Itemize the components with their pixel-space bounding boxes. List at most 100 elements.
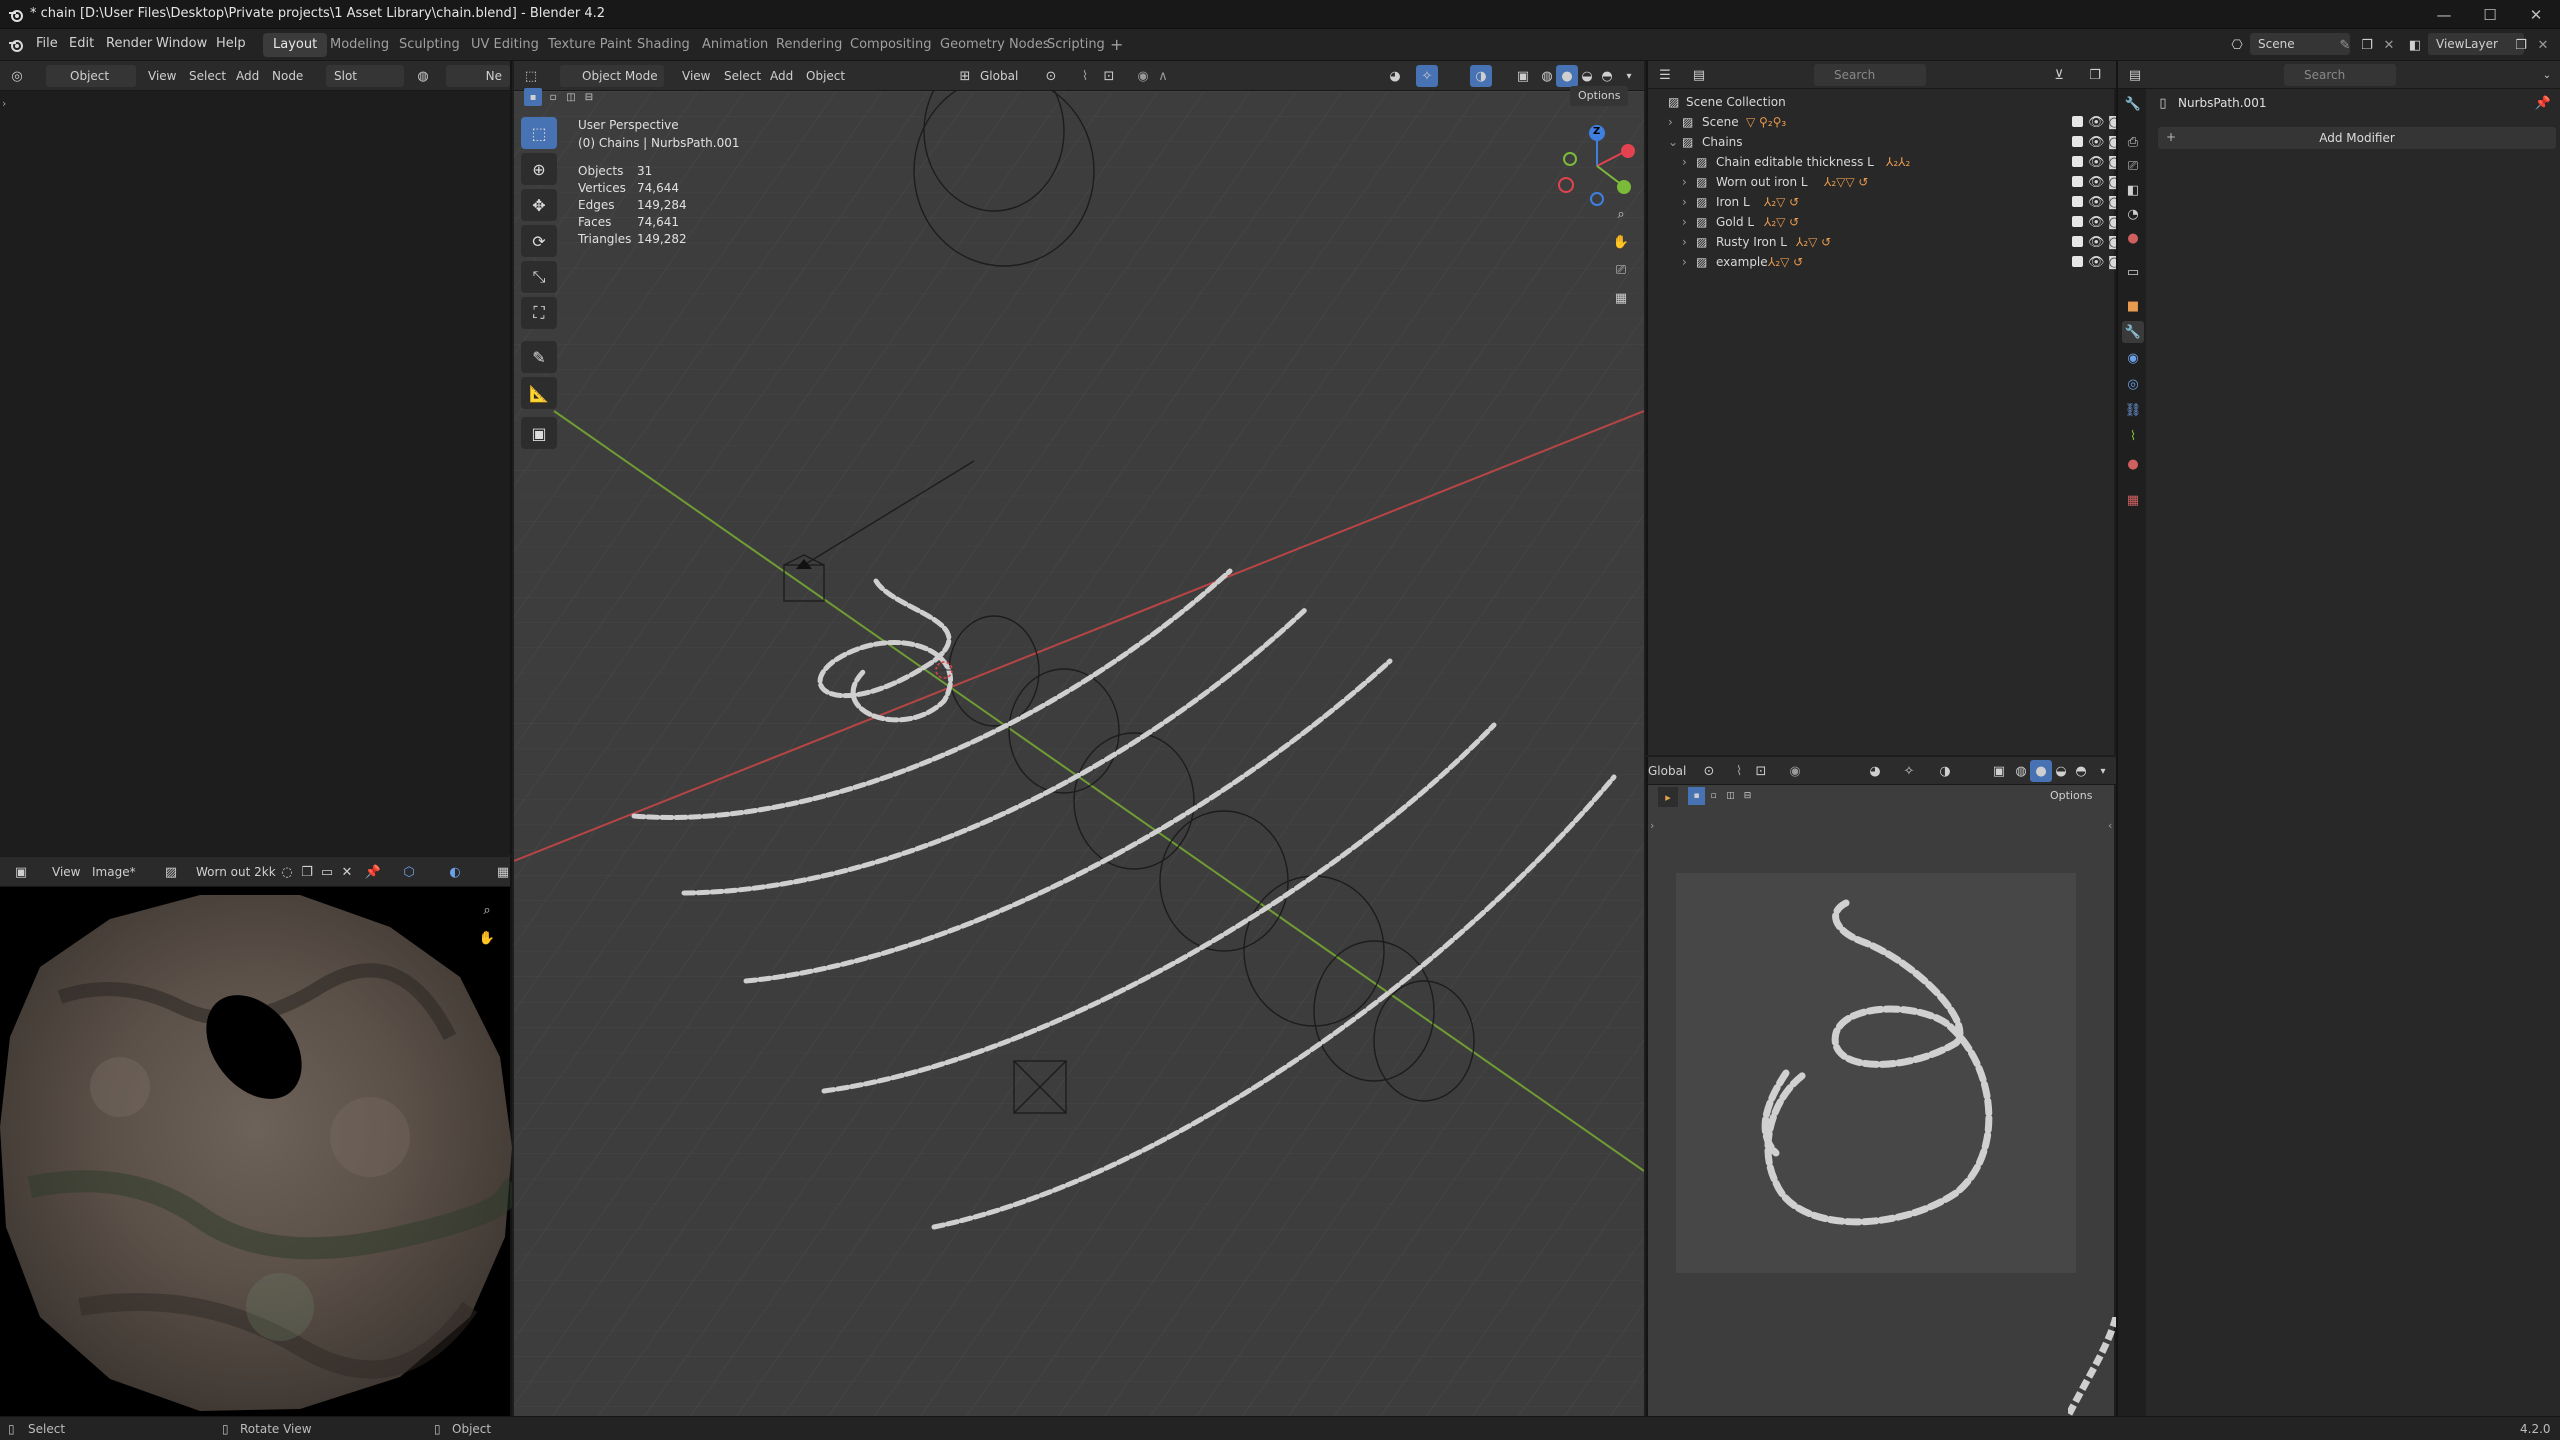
expand-arrow-icon[interactable]: › bbox=[1682, 215, 1687, 229]
sidebar-toggle-icon[interactable]: › bbox=[2, 97, 6, 110]
unlink-image-icon[interactable]: ✕ bbox=[336, 861, 358, 883]
expand-arrow-icon[interactable]: › bbox=[1668, 115, 1673, 129]
eye-icon[interactable]: 👁 bbox=[2088, 255, 2105, 270]
wireframe-shading-icon[interactable]: ◍ bbox=[2010, 760, 2032, 782]
filter-icon[interactable]: ⊻ bbox=[2048, 64, 2070, 86]
output-tab-icon[interactable]: ⎚ bbox=[2122, 155, 2144, 177]
transform-tool[interactable]: ⛶ bbox=[521, 297, 557, 329]
falloff-icon[interactable]: ∧ bbox=[1152, 65, 1174, 87]
select-new-icon[interactable]: ▪ bbox=[524, 88, 542, 106]
pan-hand-icon[interactable]: ✋ bbox=[476, 927, 498, 949]
outliner-row-example[interactable]: › ▨ example ⅄₂▽ ↺ 👁 ◙ bbox=[1668, 252, 2121, 272]
sidebar-right-toggle-icon[interactable]: ‹ bbox=[2108, 819, 2112, 832]
zoom-view-icon[interactable]: ⌕ bbox=[1610, 203, 1632, 225]
material-shading-icon[interactable]: ◒ bbox=[1576, 65, 1598, 87]
menu-view[interactable]: View bbox=[148, 69, 176, 83]
outliner-row-worn-out-iron[interactable]: › ▨ Worn out iron L ⅄₂▽▽ ↺ 👁 ◙ bbox=[1668, 172, 2121, 192]
select-new-icon[interactable]: ▪ bbox=[1688, 787, 1705, 805]
menu-edit[interactable]: Edit bbox=[69, 36, 94, 51]
expand-arrow-icon[interactable]: › bbox=[1682, 235, 1687, 249]
menu-view[interactable]: View bbox=[52, 865, 80, 879]
world-tab-icon[interactable]: ● bbox=[2122, 227, 2144, 249]
workspace-tab-shading[interactable]: Shading bbox=[627, 33, 700, 57]
xray-icon[interactable]: ▣ bbox=[1512, 65, 1534, 87]
menu-render[interactable]: Render bbox=[106, 36, 152, 51]
close-button[interactable]: ✕ bbox=[2512, 0, 2560, 29]
pin-scene-icon[interactable]: ✎ bbox=[2334, 34, 2356, 56]
select-box-tool[interactable]: ⬚ bbox=[521, 117, 557, 149]
overlay-toggle-icon[interactable]: ◑ bbox=[1470, 65, 1492, 87]
solid-shading-icon[interactable]: ● bbox=[1556, 65, 1578, 87]
object-tab-icon[interactable]: ■ bbox=[2122, 295, 2144, 317]
scene-tab-icon[interactable]: ◔ bbox=[2122, 203, 2144, 225]
physics-tab-icon[interactable]: ◎ bbox=[2122, 373, 2144, 395]
display-channels-icon[interactable]: ▦ bbox=[492, 861, 514, 883]
snap-icon[interactable]: ⌇ bbox=[1728, 760, 1750, 782]
pin-properties-icon[interactable]: 📌 bbox=[2532, 92, 2554, 114]
properties-type-icon[interactable]: ▤ bbox=[2124, 64, 2146, 86]
eye-icon[interactable]: 👁 bbox=[2088, 195, 2105, 210]
annotate-tool[interactable]: ✎ bbox=[521, 341, 557, 373]
pivot-icon[interactable]: ⊙ bbox=[1698, 760, 1720, 782]
gizmo-toggle-icon[interactable]: ✧ bbox=[1416, 65, 1438, 87]
view-layer-tab-icon[interactable]: ◧ bbox=[2122, 179, 2144, 201]
move-tool[interactable]: ✥ bbox=[521, 189, 557, 221]
expand-arrow-icon[interactable]: › bbox=[1682, 255, 1687, 269]
new-material-button[interactable]: Ne bbox=[446, 65, 510, 87]
shading-options-icon[interactable]: ▾ bbox=[2092, 760, 2114, 782]
menu-object[interactable]: Object bbox=[806, 69, 845, 83]
object-type-dropdown[interactable]: Object bbox=[46, 65, 136, 87]
slot-dropdown[interactable]: Slot bbox=[326, 65, 404, 87]
workspace-tab-compositing[interactable]: Compositing bbox=[840, 33, 942, 57]
eye-icon[interactable]: 👁 bbox=[2088, 215, 2105, 230]
minimize-button[interactable]: — bbox=[2420, 0, 2468, 29]
exclude-checkbox[interactable] bbox=[2072, 256, 2083, 267]
pan-view-icon[interactable]: ✋ bbox=[1610, 231, 1632, 253]
particles-tab-icon[interactable]: ◉ bbox=[2122, 347, 2144, 369]
open-image-icon[interactable]: ▭ bbox=[316, 861, 338, 883]
workspace-tab-modeling[interactable]: Modeling bbox=[320, 33, 399, 57]
expand-arrow-icon[interactable]: › bbox=[1682, 195, 1687, 209]
exclude-checkbox[interactable] bbox=[2072, 156, 2083, 167]
image-editor-type-icon[interactable]: ▣ bbox=[10, 861, 32, 883]
expand-arrow-icon[interactable]: ⌄ bbox=[1668, 135, 1678, 149]
eye-icon[interactable]: 👁 bbox=[2088, 135, 2105, 150]
outliner-type-icon[interactable]: ☰ bbox=[1654, 64, 1676, 86]
tool-tab-icon[interactable]: 🔧 bbox=[2122, 93, 2144, 115]
mini-select-tool[interactable]: ▸ bbox=[1658, 787, 1678, 807]
exclude-checkbox[interactable] bbox=[2072, 176, 2083, 187]
add-modifier-button[interactable]: + Add Modifier bbox=[2158, 127, 2556, 149]
fake-user-icon[interactable]: ◌ bbox=[276, 861, 298, 883]
rendered-shading-icon[interactable]: ◓ bbox=[2070, 760, 2092, 782]
data-tab-icon[interactable]: ⌇ bbox=[2122, 425, 2144, 447]
mini-options-button[interactable]: Options bbox=[2050, 785, 2092, 807]
eye-icon[interactable]: 👁 bbox=[2088, 235, 2105, 250]
exclude-checkbox[interactable] bbox=[2072, 196, 2083, 207]
visibility-icon[interactable]: ◕ bbox=[1864, 760, 1886, 782]
measure-tool[interactable]: 📐 bbox=[521, 377, 557, 409]
ortho-toggle-icon[interactable]: ▦ bbox=[1610, 287, 1632, 309]
cursor-tool[interactable]: ⊕ bbox=[521, 153, 557, 185]
expand-arrow-icon[interactable]: › bbox=[1682, 175, 1687, 189]
exclude-checkbox[interactable] bbox=[2072, 216, 2083, 227]
new-view-layer-icon[interactable]: ❐ bbox=[2510, 34, 2532, 56]
modifier-tab-icon[interactable]: 🔧 bbox=[2122, 321, 2144, 343]
overlay-toggle-icon[interactable]: ◑ bbox=[1934, 760, 1956, 782]
pivot-icon[interactable]: ⊙ bbox=[1040, 65, 1062, 87]
outliner-row-chain-editable[interactable]: › ▨ Chain editable thickness L ⅄₂⅄₂ 👁 ◙ bbox=[1668, 152, 2121, 172]
view-layer-icon[interactable]: ◧ bbox=[2404, 34, 2426, 56]
menu-file[interactable]: File bbox=[36, 36, 58, 51]
mode-dropdown[interactable]: Object Mode bbox=[560, 65, 664, 87]
menu-window[interactable]: Window bbox=[156, 36, 207, 51]
add-workspace-icon[interactable]: + bbox=[1100, 33, 1133, 57]
snap-target-icon[interactable]: ⊡ bbox=[1750, 760, 1772, 782]
menu-add[interactable]: Add bbox=[236, 69, 259, 83]
workspace-tab-sculpting[interactable]: Sculpting bbox=[389, 33, 470, 57]
select-subtract-icon[interactable]: ◫ bbox=[562, 88, 580, 106]
exclude-checkbox[interactable] bbox=[2072, 236, 2083, 247]
camera-view-icon[interactable]: ⎚ bbox=[1610, 259, 1632, 281]
outliner-row-iron[interactable]: › ▨ Iron L ⅄₂▽ ↺ 👁 ◙ bbox=[1668, 192, 2121, 212]
workspace-tab-layout[interactable]: Layout bbox=[263, 33, 328, 57]
properties-options-icon[interactable]: ⌄ bbox=[2536, 64, 2558, 86]
select-extend-icon[interactable]: ▫ bbox=[1705, 787, 1722, 805]
